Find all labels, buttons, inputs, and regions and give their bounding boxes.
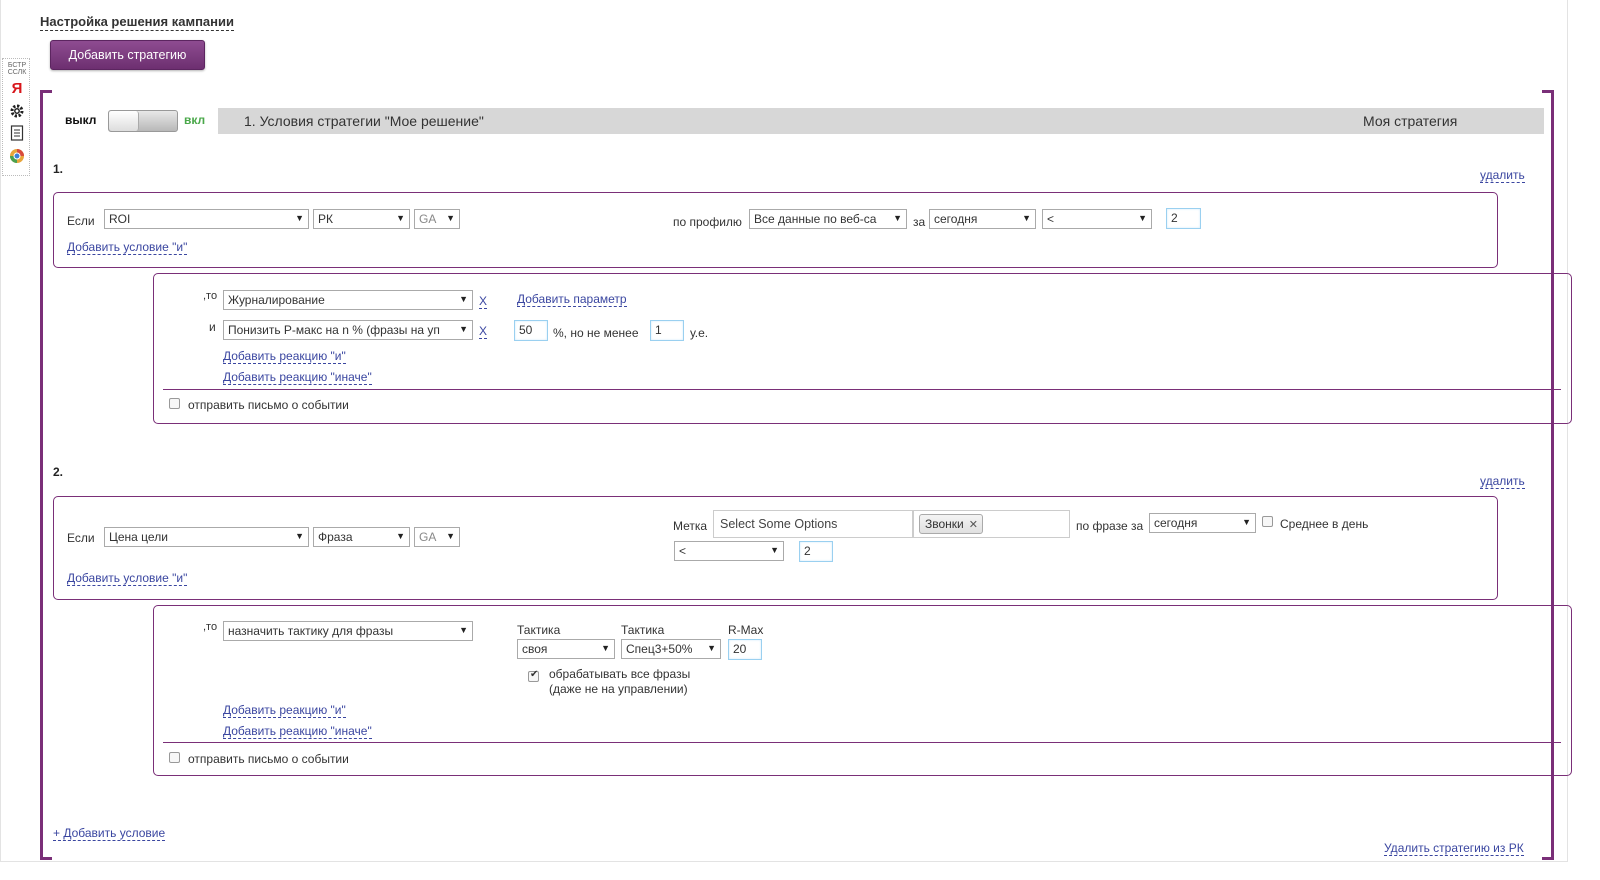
condition-1-add-reaction-else-link[interactable]: Добавить реакцию "иначе" (223, 370, 372, 385)
condition-2-tag-search[interactable]: Select Some Options (713, 510, 913, 538)
add-strategy-button[interactable]: Добавить стратегию (50, 40, 205, 70)
condition-1-if-label: Если (67, 214, 95, 228)
condition-1-operator-select[interactable]: < (1042, 209, 1152, 229)
condition-1-profile-label: по профилю (673, 215, 742, 229)
condition-1-percent-input[interactable]: 50 (514, 320, 548, 341)
condition-2-period-select[interactable]: сегодня (1149, 513, 1256, 533)
condition-1-period-select[interactable]: сегодня (929, 209, 1036, 229)
add-condition-link[interactable]: + Добавить условие (53, 826, 166, 841)
condition-1-send-email-label: отправить письмо о событии (188, 398, 349, 412)
toggle-on-label: вкл (184, 113, 206, 127)
condition-1-period-label: за (913, 215, 926, 229)
condition-2-source-select[interactable]: GA (414, 527, 460, 547)
condition-2-metric-select[interactable]: Цена цели (104, 527, 309, 547)
condition-2-send-email-checkbox[interactable] (169, 752, 180, 763)
strategy-name: Моя стратегия (1363, 113, 1458, 129)
condition-2-tag-multiselect[interactable]: Звонки ✕ (913, 510, 1070, 538)
condition-2-rmax-input[interactable]: 20 (728, 639, 762, 660)
condition-1-if-box (53, 192, 1498, 268)
condition-1-and-label: и (209, 320, 216, 334)
strategy-bracket-left (40, 90, 52, 860)
page-title: Настройка решения кампании (40, 14, 234, 31)
condition-2-rmax-label: R-Max (728, 623, 764, 637)
condition-1-source-select[interactable]: GA (414, 209, 460, 229)
condition-1-reaction-1-select[interactable]: Журналирование (223, 290, 473, 310)
side-toolbar: БСТР ССЛК Я (2, 58, 30, 176)
gear-icon[interactable] (3, 103, 31, 122)
condition-1-metric-select[interactable]: ROI (104, 209, 309, 229)
remove-strategy-link[interactable]: Удалить стратегию из РК (1384, 841, 1524, 856)
tag-remove-icon[interactable]: ✕ (969, 519, 978, 531)
condition-2-process-all-checkbox[interactable] (528, 669, 539, 682)
condition-1-value-input[interactable]: 2 (1166, 208, 1201, 229)
condition-1-add-reaction-and-link[interactable]: Добавить реакцию "и" (223, 349, 346, 364)
condition-2-by-phrase-label: по фразе за (1076, 519, 1144, 533)
condition-2-process-all-line1: обрабатывать все фразы (549, 667, 691, 681)
condition-2-then-label: ,то (203, 621, 218, 633)
condition-2-tactic-2-select[interactable]: Спец3+50% (621, 639, 721, 659)
condition-2-reaction-1-select[interactable]: назначить тактику для фразы (223, 621, 473, 641)
condition-1-delete-link[interactable]: удалить (1480, 168, 1525, 183)
strategy-toggle[interactable] (108, 110, 178, 132)
toggle-knob (109, 111, 139, 131)
condition-1-divider (163, 389, 1561, 390)
condition-2-selected-tag: Звонки ✕ (919, 514, 983, 534)
condition-2-add-reaction-else-link[interactable]: Добавить реакцию "иначе" (223, 724, 372, 739)
condition-2-avg-per-day-checkbox[interactable] (1262, 516, 1273, 527)
condition-1-level-select[interactable]: РК (313, 209, 410, 229)
condition-2-number: 2. (53, 465, 64, 479)
condition-1-add-param-link[interactable]: Добавить параметр (517, 292, 627, 307)
condition-1-profile-select[interactable]: Все данные по веб-са (749, 209, 907, 229)
condition-1-send-email-checkbox[interactable] (169, 398, 180, 409)
condition-1-number: 1. (53, 162, 64, 176)
condition-1-unit-label: у.е. (690, 326, 709, 340)
chrome-icon[interactable] (3, 148, 31, 167)
condition-2-selected-tag-text: Звонки (925, 517, 964, 531)
condition-1-percent-suffix: %, но не менее (553, 326, 639, 340)
condition-2-tactic-1-label: Тактика (517, 623, 561, 637)
condition-2-add-and-link[interactable]: Добавить условие "и" (67, 571, 188, 586)
condition-2-tactic-2-label: Тактика (621, 623, 665, 637)
condition-1-reaction-2-remove[interactable]: X (479, 325, 488, 339)
condition-2-tag-placeholder: Select Some Options (720, 517, 838, 531)
condition-2-tactic-1-select[interactable]: своя (517, 639, 615, 659)
document-icon[interactable] (3, 125, 31, 144)
condition-2-value-input[interactable]: 2 (799, 541, 833, 562)
condition-1-then-label: ,то (203, 290, 218, 302)
condition-2-delete-link[interactable]: удалить (1480, 474, 1525, 489)
condition-2-avg-per-day-label: Среднее в день (1280, 517, 1369, 531)
condition-2-level-select[interactable]: Фраза (313, 527, 410, 547)
condition-2-operator-select[interactable]: < (674, 541, 784, 561)
condition-2-send-email-label: отправить письмо о событии (188, 752, 349, 766)
condition-2-divider (163, 742, 1561, 743)
condition-2-process-all-line2: (даже не на управлении) (549, 682, 688, 696)
condition-1-reaction-1-remove[interactable]: X (479, 295, 488, 309)
strategy-header-title: 1. Условия стратегии "Мое решение" (244, 113, 484, 129)
condition-2-if-label: Если (67, 531, 95, 545)
yandex-icon[interactable]: Я (3, 81, 31, 97)
condition-1-min-input[interactable]: 1 (650, 320, 684, 341)
condition-1-reaction-2-select[interactable]: Понизить Р-макс на n % (фразы на уп (223, 320, 473, 340)
bstr-icon[interactable]: БСТР ССЛК (3, 62, 31, 76)
condition-1-add-and-link[interactable]: Добавить условие "и" (67, 240, 188, 255)
condition-2-tag-label: Метка (673, 519, 708, 533)
condition-2-add-reaction-and-link[interactable]: Добавить реакцию "и" (223, 703, 346, 718)
toggle-off-label: выкл (65, 113, 97, 127)
